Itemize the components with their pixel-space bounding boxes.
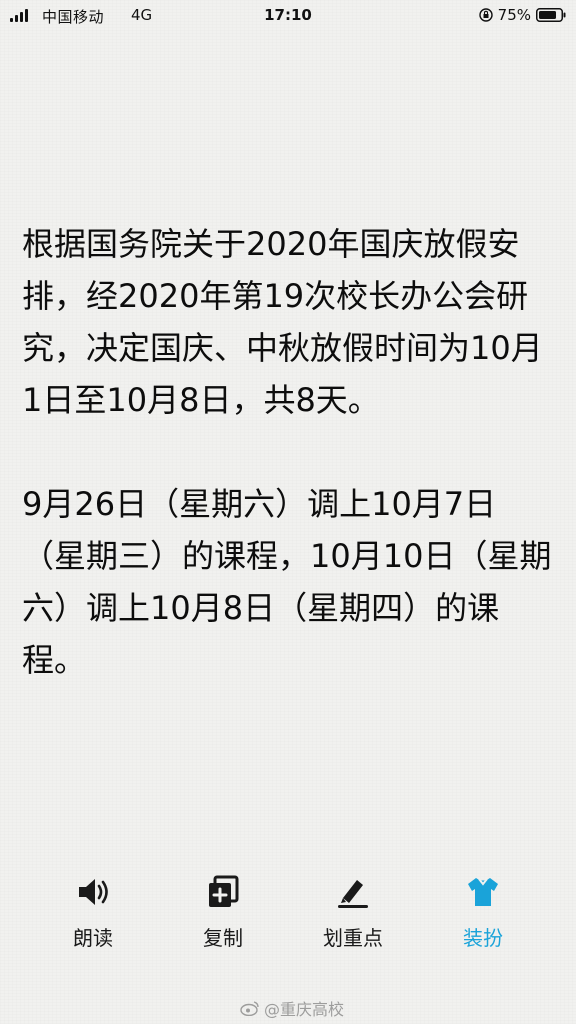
read-aloud-button[interactable]: 朗读 bbox=[38, 866, 148, 951]
message-paragraph-2: 9月26日（星期六）调上10月7日（星期三）的课程，10月10日（星期六）调上1… bbox=[22, 485, 552, 679]
copy-icon bbox=[209, 875, 239, 907]
highlighter-icon bbox=[338, 880, 368, 908]
speaker-icon bbox=[79, 879, 108, 905]
message-body: 根据国务院关于2020年国庆放假安排，经2020年第19次校长办公会研究，决定国… bbox=[22, 218, 558, 686]
message-paragraph-1: 根据国务院关于2020年国庆放假安排，经2020年第19次校长办公会研究，决定国… bbox=[22, 225, 543, 419]
bottom-toolbar: 朗读 复制 划重点 装扮 bbox=[0, 866, 576, 956]
status-bar: 中国移动 4G 17:10 75% bbox=[0, 0, 576, 32]
shirt-icon bbox=[468, 878, 498, 906]
dress-up-button[interactable]: 装扮 bbox=[428, 866, 538, 951]
dress-up-label: 装扮 bbox=[463, 926, 503, 950]
weibo-watermark: @重庆高校 bbox=[240, 996, 344, 1020]
battery-percentage: 75% bbox=[497, 6, 531, 24]
watermark-text: @重庆高校 bbox=[264, 1000, 345, 1019]
copy-button[interactable]: 复制 bbox=[168, 866, 278, 951]
highlight-button[interactable]: 划重点 bbox=[298, 866, 408, 951]
copy-label: 复制 bbox=[203, 926, 243, 950]
status-right-group: 75% bbox=[478, 6, 566, 24]
read-aloud-label: 朗读 bbox=[73, 926, 113, 950]
weibo-icon bbox=[240, 1001, 259, 1016]
highlight-label: 划重点 bbox=[323, 926, 383, 950]
rotation-lock-icon bbox=[478, 8, 493, 22]
battery-icon bbox=[536, 8, 566, 22]
